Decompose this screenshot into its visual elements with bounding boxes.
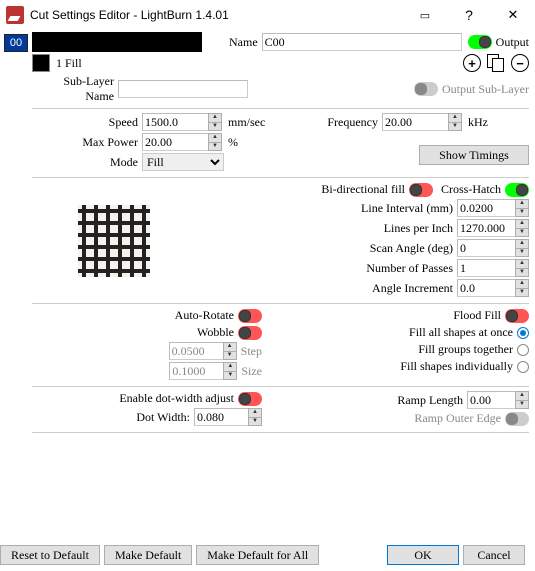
- lpi-input[interactable]: [457, 219, 515, 237]
- output-toggle[interactable]: [468, 35, 492, 49]
- crosshatch-label: Cross-Hatch: [441, 182, 501, 197]
- bidirectional-label: Bi-directional fill: [321, 182, 405, 197]
- speed-label: Speed: [32, 115, 142, 130]
- dot-width-enable-toggle[interactable]: [238, 392, 262, 406]
- make-default-all-button[interactable]: Make Default for All: [196, 545, 319, 565]
- ok-button[interactable]: OK: [387, 545, 459, 565]
- ramp-length-label: Ramp Length: [397, 393, 463, 408]
- fill-groups-label: Fill groups together: [418, 342, 513, 357]
- fill-groups-radio[interactable]: [517, 344, 529, 356]
- name-input[interactable]: [262, 33, 462, 51]
- wobble-label: Wobble: [197, 325, 234, 340]
- angle-increment-input[interactable]: [457, 279, 515, 297]
- line-interval-stepper[interactable]: ▲▼: [515, 199, 529, 217]
- dot-width-input[interactable]: [194, 408, 248, 426]
- frequency-label: Frequency: [302, 115, 382, 130]
- angle-increment-label: Angle Increment: [142, 281, 457, 296]
- preview-swatch: [32, 32, 202, 52]
- remove-sublayer-button[interactable]: −: [511, 54, 529, 72]
- window-title: Cut Settings Editor - LightBurn 1.4.01: [30, 8, 403, 22]
- speed-unit: mm/sec: [228, 115, 265, 130]
- cancel-button[interactable]: Cancel: [463, 545, 525, 565]
- step-input[interactable]: [169, 342, 223, 360]
- speed-input[interactable]: [142, 113, 208, 131]
- size-label: Size: [241, 364, 262, 379]
- maxpower-stepper[interactable]: ▲▼: [208, 133, 222, 151]
- lpi-stepper[interactable]: ▲▼: [515, 219, 529, 237]
- name-label: Name: [229, 35, 262, 50]
- layer-swatch: [32, 54, 50, 72]
- size-input[interactable]: [169, 362, 223, 380]
- passes-label: Number of Passes: [142, 261, 457, 276]
- ramp-outer-edge-label: Ramp Outer Edge: [414, 411, 501, 426]
- flood-fill-toggle[interactable]: [505, 309, 529, 323]
- lpi-label: Lines per Inch: [142, 221, 457, 236]
- output-sublayer-label: Output Sub-Layer: [442, 82, 529, 97]
- show-timings-button[interactable]: Show Timings: [419, 145, 529, 165]
- fill-individual-label: Fill shapes individually: [400, 359, 513, 374]
- dot-width-stepper[interactable]: ▲▼: [248, 408, 262, 426]
- passes-input[interactable]: [457, 259, 515, 277]
- flood-fill-label: Flood Fill: [453, 308, 501, 323]
- mode-label: Mode: [32, 155, 142, 170]
- dot-width-enable-label: Enable dot-width adjust: [119, 391, 234, 406]
- scan-angle-label: Scan Angle (deg): [142, 241, 457, 256]
- reset-default-button[interactable]: Reset to Default: [0, 545, 100, 565]
- output-sublayer-toggle[interactable]: [414, 82, 438, 96]
- fill-all-label: Fill all shapes at once: [409, 325, 513, 340]
- maxpower-label: Max Power: [32, 135, 142, 150]
- fill-individual-radio[interactable]: [517, 361, 529, 373]
- battery-icon: ▭: [403, 0, 447, 30]
- line-interval-input[interactable]: [457, 199, 515, 217]
- speed-stepper[interactable]: ▲▼: [208, 113, 222, 131]
- dot-width-label: Dot Width:: [136, 410, 190, 425]
- fill-all-radio[interactable]: [517, 327, 529, 339]
- frequency-stepper[interactable]: ▲▼: [448, 113, 462, 131]
- frequency-unit: kHz: [468, 115, 488, 130]
- layer-chip[interactable]: 00: [4, 34, 28, 52]
- sublayer-name-label: Sub-Layer Name: [32, 74, 118, 104]
- ramp-length-stepper[interactable]: ▲▼: [515, 391, 529, 409]
- output-label: Output: [496, 35, 529, 50]
- duplicate-sublayer-button[interactable]: [487, 54, 505, 72]
- frequency-input[interactable]: [382, 113, 448, 131]
- bidirectional-toggle[interactable]: [409, 183, 433, 197]
- fill-preview-icon: [78, 205, 150, 277]
- mode-select[interactable]: Fill: [142, 153, 224, 171]
- size-stepper[interactable]: ▲▼: [223, 362, 237, 380]
- ramp-outer-edge-toggle[interactable]: [505, 412, 529, 426]
- fill-label: 1 Fill: [56, 56, 82, 71]
- sublayer-name-input[interactable]: [118, 80, 248, 98]
- help-icon[interactable]: ?: [447, 0, 491, 30]
- add-sublayer-button[interactable]: +: [463, 54, 481, 72]
- line-interval-label: Line Interval (mm): [142, 201, 457, 216]
- maxpower-unit: %: [228, 135, 238, 150]
- step-label: Step: [241, 344, 262, 359]
- step-stepper[interactable]: ▲▼: [223, 342, 237, 360]
- maxpower-input[interactable]: [142, 133, 208, 151]
- scan-angle-input[interactable]: [457, 239, 515, 257]
- auto-rotate-label: Auto-Rotate: [175, 308, 234, 323]
- angle-increment-stepper[interactable]: ▲▼: [515, 279, 529, 297]
- crosshatch-toggle[interactable]: [505, 183, 529, 197]
- close-icon[interactable]: ✕: [491, 0, 535, 30]
- ramp-length-input[interactable]: [467, 391, 515, 409]
- scan-angle-stepper[interactable]: ▲▼: [515, 239, 529, 257]
- app-icon: [6, 6, 24, 24]
- make-default-button[interactable]: Make Default: [104, 545, 192, 565]
- auto-rotate-toggle[interactable]: [238, 309, 262, 323]
- wobble-toggle[interactable]: [238, 326, 262, 340]
- passes-stepper[interactable]: ▲▼: [515, 259, 529, 277]
